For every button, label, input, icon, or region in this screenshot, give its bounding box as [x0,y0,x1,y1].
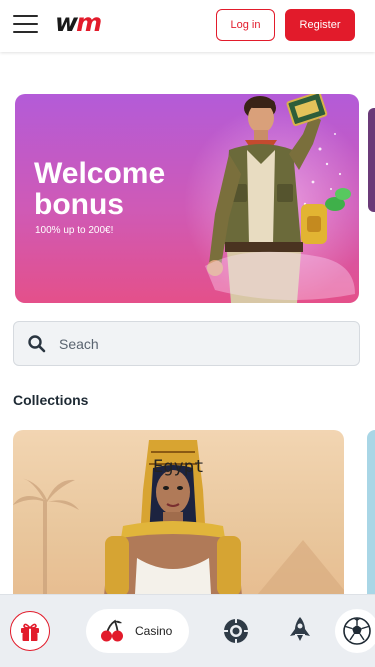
nav-gift-button[interactable] [10,611,50,651]
live-casino-chip-icon [224,619,248,643]
banner-title-line2: bonus [34,188,124,221]
register-button[interactable]: Register [285,9,355,41]
app-root: wm Log in Register Welcome bonus 100% up… [0,0,375,667]
nav-crash-games-button[interactable] [286,615,314,643]
nav-casino-button[interactable]: Casino [86,609,189,653]
banner-subtitle: 100% up to 200€! [35,225,114,236]
next-banner-peek[interactable] [368,108,375,212]
nav-live-casino-button[interactable] [222,617,250,645]
banner-title-line1: Welcome [34,157,166,190]
nav-sports-button[interactable] [335,609,375,653]
bottom-nav: Casino [0,594,375,667]
banner-title: Welcome bonus [34,158,165,220]
hamburger-icon[interactable] [13,15,38,35]
collection-card-label: Egypt [153,457,205,477]
collections-heading: Collections [13,392,89,408]
login-button[interactable]: Log in [216,9,275,41]
gift-icon [21,623,39,641]
explorer-character-illustration [205,94,355,303]
logo-m: m [76,8,102,37]
top-header: wm Log in Register [0,0,375,52]
site-logo[interactable]: wm [55,8,102,37]
search-bar[interactable] [13,321,360,366]
logo-w: w [55,8,78,37]
cherry-icon [101,619,123,642]
welcome-bonus-banner[interactable]: Welcome bonus 100% up to 200€! [15,94,359,303]
search-input[interactable] [59,335,319,352]
football-icon [343,617,371,645]
rocket-icon [290,617,310,641]
search-icon [28,334,46,352]
nav-casino-label: Casino [135,624,173,638]
